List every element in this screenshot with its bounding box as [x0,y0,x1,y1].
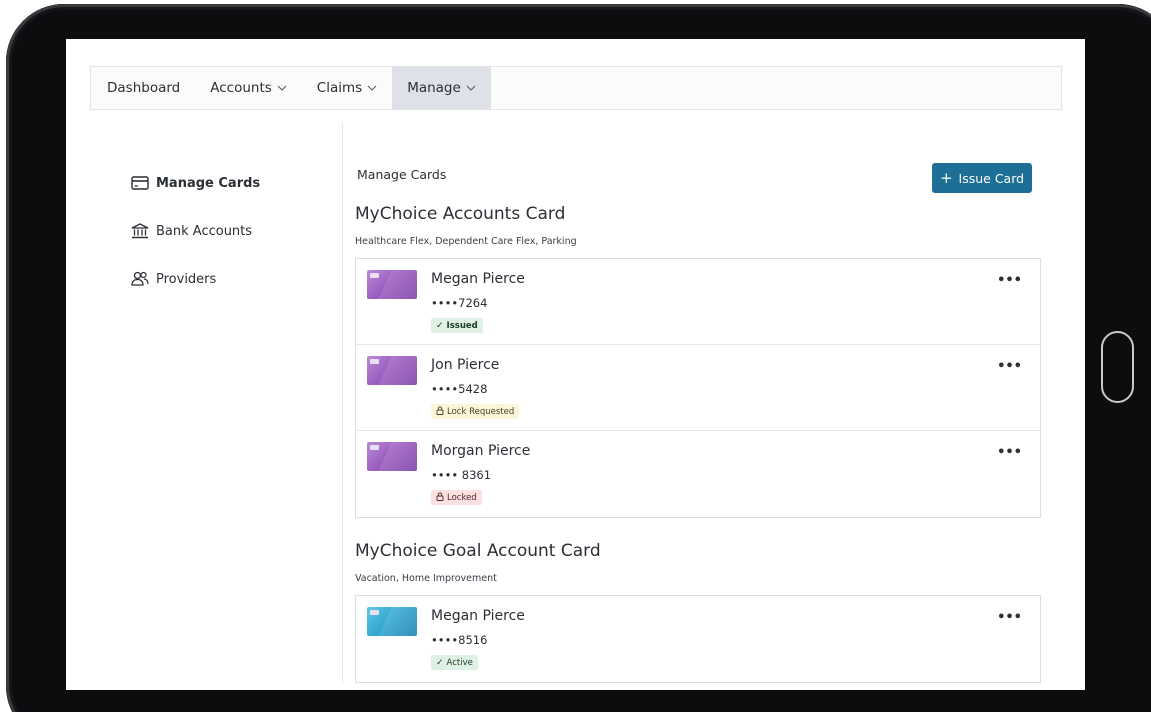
card-row: Megan Pierce ••••7264 ✓ Issued ••• [356,259,1040,345]
nav-accounts[interactable]: Accounts [195,67,302,109]
sidebar-item-manage-cards[interactable]: Manage Cards [130,175,260,191]
lock-icon [436,492,444,504]
credit-card-icon [130,175,150,191]
lock-icon [436,406,444,418]
card-list: Megan Pierce ••••7264 ✓ Issued ••• Jon P… [355,258,1041,518]
more-options-button[interactable]: ••• [997,359,1022,374]
plus-icon: + [939,169,953,187]
page-title: Manage Cards [357,167,447,182]
sidebar-item-bank-accounts[interactable]: Bank Accounts [130,223,252,239]
nav-manage[interactable]: Manage [392,67,491,109]
card-list: Megan Pierce ••••8516 ✓ Active ••• [355,595,1041,683]
card-row: Megan Pierce ••••8516 ✓ Active ••• [356,596,1040,682]
status-badge: ✓ Active [431,655,478,670]
nav-accounts-label: Accounts [210,80,272,96]
cardholder-name: Jon Pierce [431,357,500,373]
sidebar-divider [342,123,343,683]
nav-claims[interactable]: Claims [302,67,392,109]
cardholder-name: Megan Pierce [431,271,525,287]
status-label: Active [446,657,473,668]
section-title: MyChoice Accounts Card [355,204,566,224]
card-number: •••• 8361 [431,468,492,482]
card-thumbnail [367,356,417,385]
more-options-button[interactable]: ••• [997,273,1022,288]
chevron-down-icon [466,83,476,94]
issue-card-button[interactable]: + Issue Card [932,163,1032,193]
card-number: ••••7264 [431,296,488,310]
bank-icon [130,223,150,239]
sidebar-item-label: Providers [156,271,217,287]
card-thumbnail [367,607,417,636]
card-thumbnail [367,270,417,299]
chevron-down-icon [277,83,287,94]
tablet-home-button [1101,331,1134,403]
card-row: Jon Pierce ••••5428 Lock Requested ••• [356,345,1040,431]
cardholder-name: Megan Pierce [431,608,525,624]
card-number: ••••5428 [431,382,488,396]
more-options-button[interactable]: ••• [997,445,1022,460]
cardholder-name: Morgan Pierce [431,443,531,459]
chevron-down-icon [367,83,377,94]
section-title: MyChoice Goal Account Card [355,541,601,561]
sidebar-item-providers[interactable]: Providers [130,271,216,287]
sidebar-item-label: Bank Accounts [156,223,253,239]
status-label: Issued [446,320,478,331]
section-subtitle: Healthcare Flex, Dependent Care Flex, Pa… [355,236,577,247]
issue-card-label: Issue Card [958,170,1025,186]
nav-manage-label: Manage [407,80,461,96]
nav-claims-label: Claims [316,80,363,96]
top-nav: Dashboard Accounts Claims Manage [90,66,1062,110]
status-label: Locked [447,492,477,503]
status-badge: Lock Requested [431,404,520,419]
card-number: ••••8516 [431,633,488,647]
nav-dashboard-label: Dashboard [107,80,181,96]
nav-dashboard[interactable]: Dashboard [91,67,195,109]
sidebar-item-label: Manage Cards [156,175,261,191]
card-thumbnail [367,442,417,471]
card-row: Morgan Pierce •••• 8361 Locked ••• [356,431,1040,517]
status-badge: Locked [431,490,482,505]
section-subtitle: Vacation, Home Improvement [355,573,497,584]
check-icon: ✓ [436,320,444,331]
status-label: Lock Requested [447,406,515,417]
more-options-button[interactable]: ••• [997,610,1022,625]
people-icon [130,271,150,287]
app-screen: Dashboard Accounts Claims Manage Manage … [66,39,1085,690]
status-badge: ✓ Issued [431,318,483,333]
check-icon: ✓ [436,657,444,668]
